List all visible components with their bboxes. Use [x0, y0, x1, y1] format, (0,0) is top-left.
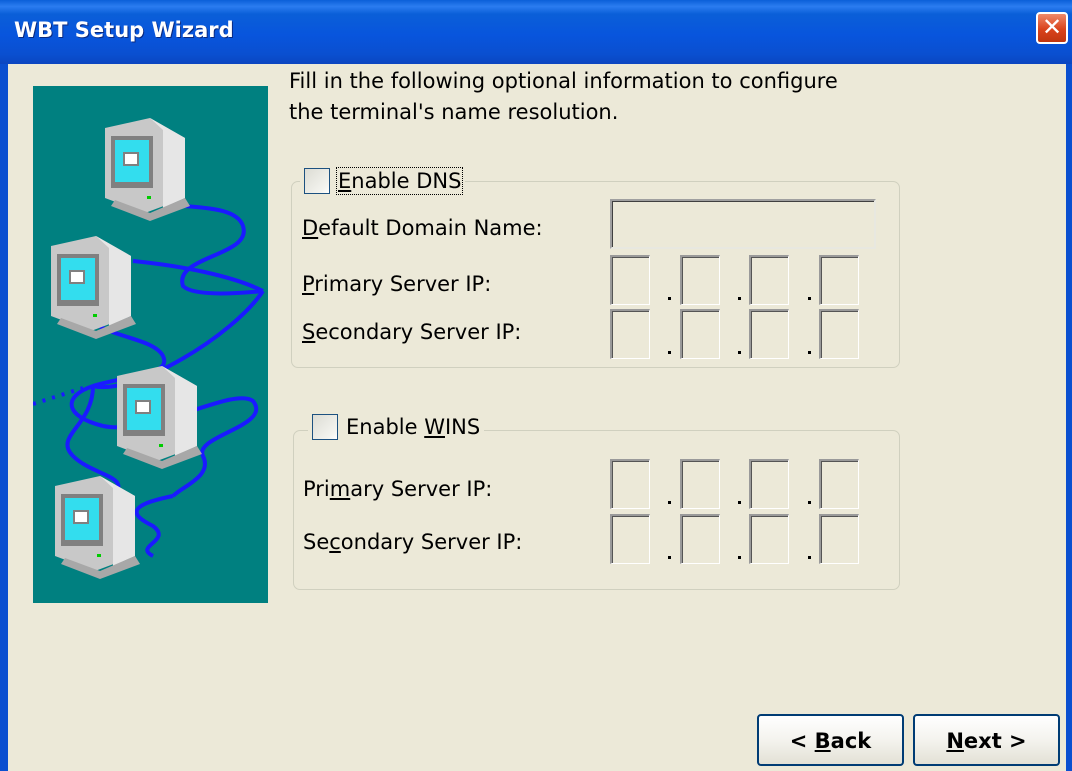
- window-frame-left: [0, 64, 8, 771]
- wins-primary-ip-octet-4[interactable]: [819, 459, 859, 509]
- terminal-2: [51, 236, 136, 339]
- enable-wins-checkbox[interactable]: [312, 414, 338, 440]
- networked-terminals-illustration: [33, 86, 268, 603]
- ip-dot: [808, 351, 811, 354]
- intro-line-2: the terminal's name resolution.: [289, 100, 619, 124]
- close-button[interactable]: ✕: [1036, 12, 1068, 44]
- terminal-4: [55, 476, 140, 579]
- wins-primary-ip-octet-2[interactable]: [680, 459, 720, 509]
- dns-primary-ip-octet-3[interactable]: [749, 255, 789, 305]
- wins-secondary-ip-octet-4[interactable]: [819, 514, 859, 564]
- ip-dot: [808, 297, 811, 300]
- enable-wins-checkbox-row[interactable]: Enable WINS: [308, 410, 485, 444]
- dns-secondary-ip-octet-3[interactable]: [749, 309, 789, 359]
- enable-dns-checkbox-row[interactable]: Enable DNS: [300, 164, 466, 198]
- ip-dot: [808, 556, 811, 559]
- ip-dot: [668, 556, 671, 559]
- dns-secondary-ip-octet-2[interactable]: [680, 309, 720, 359]
- ip-dot: [668, 351, 671, 354]
- ip-dot: [738, 556, 741, 559]
- ip-dot: [738, 501, 741, 504]
- wins-secondary-server-ip-label: Secondary Server IP:: [303, 530, 523, 554]
- dns-primary-ip-octet-2[interactable]: [680, 255, 720, 305]
- ip-dot: [808, 501, 811, 504]
- ip-dot: [738, 351, 741, 354]
- dns-primary-ip-octet-4[interactable]: [819, 255, 859, 305]
- window-title: WBT Setup Wizard: [14, 18, 234, 42]
- enable-wins-label[interactable]: Enable WINS: [346, 415, 480, 439]
- dns-secondary-ip-octet-1[interactable]: [610, 309, 650, 359]
- dns-secondary-server-ip-label: Secondary Server IP:: [302, 320, 522, 344]
- terminal-3: [117, 366, 202, 469]
- close-icon: ✕: [1041, 13, 1063, 41]
- wins-secondary-ip-octet-2[interactable]: [680, 514, 720, 564]
- ip-dot: [738, 297, 741, 300]
- terminal-1: [105, 118, 190, 221]
- back-button[interactable]: < Back: [757, 714, 904, 766]
- wins-groupbox: [293, 430, 900, 590]
- dns-secondary-ip-octet-4[interactable]: [819, 309, 859, 359]
- enable-dns-checkbox[interactable]: [304, 168, 330, 194]
- wins-secondary-ip-octet-3[interactable]: [749, 514, 789, 564]
- network-diagram: [33, 118, 265, 579]
- wins-primary-server-ip-label: Primary Server IP:: [303, 477, 493, 501]
- dns-primary-ip-octet-1[interactable]: [610, 255, 650, 305]
- enable-dns-label[interactable]: Enable DNS: [335, 167, 464, 195]
- wins-primary-ip-octet-1[interactable]: [610, 459, 650, 509]
- wins-primary-ip-octet-3[interactable]: [749, 459, 789, 509]
- ip-dot: [668, 297, 671, 300]
- intro-line-1: Fill in the following optional informati…: [289, 69, 838, 93]
- title-bar[interactable]: WBT Setup Wizard ✕: [0, 0, 1072, 64]
- default-domain-name-label: Default Domain Name:: [302, 216, 543, 240]
- next-button[interactable]: Next >: [913, 714, 1060, 766]
- intro-text: Fill in the following optional informati…: [289, 66, 989, 128]
- dns-primary-server-ip-label: Primary Server IP:: [302, 272, 492, 296]
- window-frame-right: [1066, 64, 1072, 771]
- default-domain-name-field[interactable]: [610, 199, 876, 249]
- ip-dot: [668, 501, 671, 504]
- wins-secondary-ip-octet-1[interactable]: [610, 514, 650, 564]
